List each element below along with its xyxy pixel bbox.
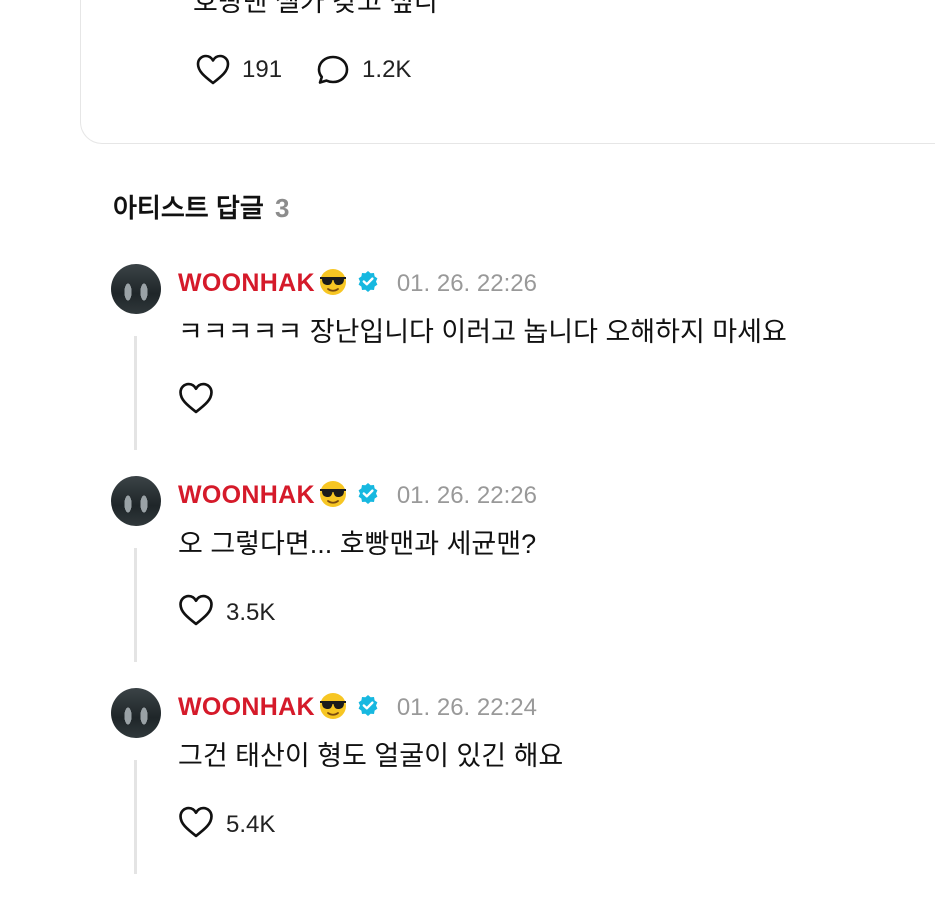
timestamp: 01. 26. 22:26 bbox=[396, 269, 537, 297]
like-button[interactable]: 3.5K bbox=[178, 594, 275, 632]
sunglasses-emoji-icon bbox=[317, 690, 349, 725]
comment-button[interactable]: 1.2K bbox=[316, 54, 411, 86]
heart-icon bbox=[196, 54, 230, 86]
avatar[interactable] bbox=[111, 476, 161, 526]
reply-header: WOONHAK 01. 26. 22:24 bbox=[178, 690, 537, 725]
like-count: 191 bbox=[242, 56, 283, 83]
verified-badge-icon bbox=[357, 482, 379, 509]
thread-line bbox=[134, 336, 137, 450]
like-button[interactable]: 191 bbox=[196, 54, 282, 86]
timestamp: 01. 26. 22:26 bbox=[396, 481, 537, 509]
thread-line bbox=[134, 760, 137, 874]
heart-icon bbox=[178, 382, 214, 420]
reply-item: WOONHAK 01. 26. 22:24 그건 태산이 형도 얼굴이 있긴 해… bbox=[0, 688, 935, 900]
verified-badge-icon bbox=[357, 694, 379, 721]
post-text: 호빵맨 셀카 갖고 싶다 bbox=[193, 0, 440, 17]
comment-count: 1.2K bbox=[362, 56, 412, 83]
section-title-text: 아티스트 답글 bbox=[113, 193, 264, 223]
sunglasses-emoji-icon bbox=[317, 266, 349, 301]
reply-text: ㅋㅋㅋㅋㅋ 장난입니다 이러고 놉니다 오해하지 마세요 bbox=[178, 317, 787, 347]
post-actions: 191 1.2K bbox=[196, 54, 445, 86]
author-name[interactable]: WOONHAK bbox=[178, 269, 315, 298]
avatar[interactable] bbox=[111, 688, 161, 738]
reply-text: 그건 태산이 형도 얼굴이 있긴 해요 bbox=[178, 741, 564, 771]
reply-item: WOONHAK 01. 26. 22:26 ㅋㅋㅋㅋㅋ 장난입니다 이러고 놉니… bbox=[0, 264, 935, 476]
artist-replies-header: 아티스트 답글 3 bbox=[113, 188, 289, 225]
speech-bubble-icon bbox=[316, 54, 350, 86]
like-button[interactable]: 5.4K bbox=[178, 806, 275, 844]
like-count: 3.5K bbox=[226, 599, 276, 626]
sunglasses-emoji-icon bbox=[317, 478, 349, 513]
like-count: 5.4K bbox=[226, 811, 276, 838]
verified-badge-icon bbox=[357, 270, 379, 297]
like-button[interactable] bbox=[178, 382, 214, 420]
post-card: 호빵맨 셀카 갖고 싶다 191 1.2K bbox=[80, 0, 935, 144]
author-name[interactable]: WOONHAK bbox=[178, 481, 315, 510]
reply-text: 오 그렇다면... 호빵맨과 세균맨? bbox=[178, 529, 537, 559]
author-name[interactable]: WOONHAK bbox=[178, 693, 315, 722]
avatar[interactable] bbox=[111, 264, 161, 314]
timestamp: 01. 26. 22:24 bbox=[396, 693, 537, 721]
heart-icon bbox=[178, 806, 214, 844]
thread-line bbox=[134, 548, 137, 662]
reply-header: WOONHAK 01. 26. 22:26 bbox=[178, 478, 537, 513]
reply-item: WOONHAK 01. 26. 22:26 오 그렇다면... 호빵맨과 세균맨… bbox=[0, 476, 935, 688]
reply-header: WOONHAK 01. 26. 22:26 bbox=[178, 266, 537, 301]
section-count: 3 bbox=[274, 193, 290, 223]
heart-icon bbox=[178, 594, 214, 632]
